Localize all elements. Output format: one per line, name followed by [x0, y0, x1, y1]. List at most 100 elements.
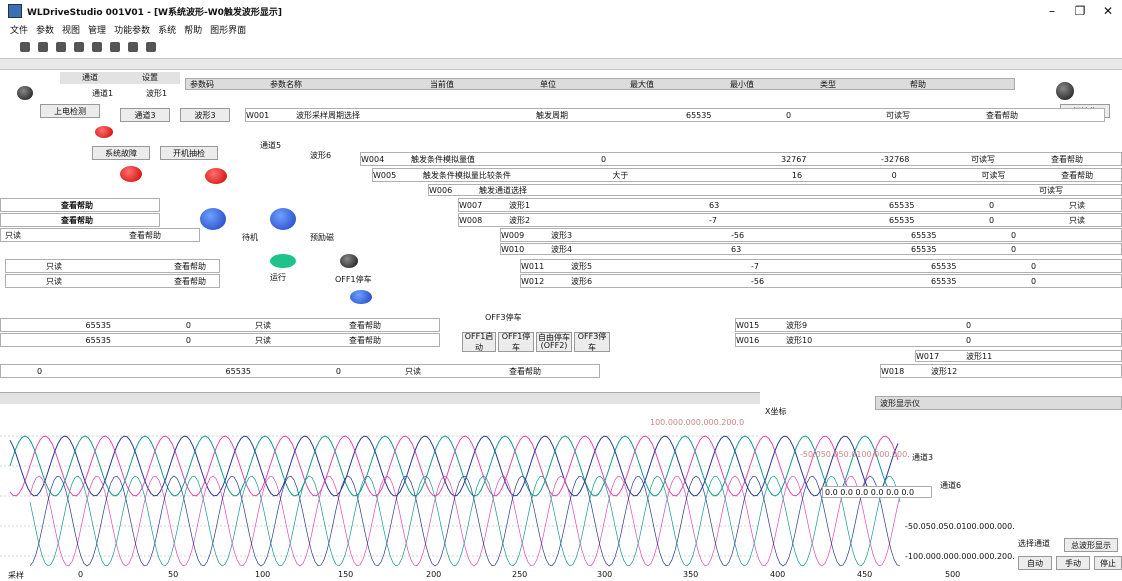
export-icon[interactable] — [128, 42, 138, 52]
table-row[interactable]: W012 波形6 -56 65535 0 — [520, 274, 1122, 288]
x-tick: 50 — [168, 570, 179, 579]
title-bar: WLDriveStudio 001V01 - [W系统波形-W0触发波形显示] … — [0, 0, 1122, 22]
readout-top: 100.000.000.000.200.0 — [650, 418, 745, 427]
toolbar — [0, 38, 1122, 56]
scope-title: 波形显示仪 — [875, 396, 1122, 410]
table-row-fragment: 查看帮助 — [0, 198, 160, 212]
standby-label: 待机 — [242, 233, 258, 242]
run-lamp — [270, 254, 296, 268]
channel5-label: 通道5 — [260, 141, 282, 150]
menu-manage[interactable]: 管理 — [88, 23, 106, 36]
menu-bar: 文件 参数 视图 管理 功能参数 系统 帮助 图形界面 — [0, 22, 1122, 36]
table-row[interactable]: W018 波形12 — [880, 364, 1122, 378]
select-channel-label: 选择通道 — [1018, 539, 1050, 548]
table-row[interactable]: W010 波形4 63 65535 0 — [500, 243, 1122, 255]
off1-stop-button[interactable]: OFF1停车 — [498, 332, 534, 352]
x-tick: 300 — [597, 570, 613, 579]
x-tick: 500 — [945, 570, 961, 579]
fault-button[interactable]: 系统故障 — [92, 146, 150, 160]
off1-lamp — [340, 254, 358, 268]
table-row[interactable]: W011 波形5 -7 65535 0 — [520, 259, 1122, 273]
menu-help[interactable]: 帮助 — [184, 23, 202, 36]
table-row-fragment: 65535 0 只读 查看帮助 — [0, 318, 440, 332]
col-unit: 单位 — [540, 79, 556, 89]
x-tick: 200 — [426, 570, 442, 579]
manual-button[interactable]: 手动 — [1056, 556, 1090, 570]
precharge-label: 预励磁 — [310, 233, 334, 242]
table-row[interactable]: W017 波形11 — [915, 350, 1122, 362]
col-value: 当前值 — [430, 79, 454, 89]
table-row[interactable]: W008 波形2 -7 65535 0 只读 — [458, 213, 1122, 227]
x-tick: 450 — [857, 570, 873, 579]
menu-func-params[interactable]: 功能参数 — [114, 23, 150, 36]
col-code: 参数码 — [190, 79, 214, 89]
tab-settings[interactable]: 设置 — [120, 72, 180, 84]
menu-file[interactable]: 文件 — [10, 23, 28, 36]
scope-toolbar — [0, 392, 760, 404]
col-type: 类型 — [820, 79, 836, 89]
app-icon — [8, 4, 22, 18]
tab-channel[interactable]: 通道 — [60, 72, 120, 84]
standby-lamp — [200, 208, 226, 230]
table-row[interactable]: W004 触发条件模拟量值 0 32767 -32768 可读写 查看帮助 — [360, 152, 1122, 166]
wave1-label: 波形1 — [146, 89, 168, 98]
window-icon[interactable] — [110, 42, 120, 52]
readout-right: -50.050.050.0100.000.000. — [905, 522, 1015, 531]
pointer-icon[interactable] — [20, 42, 30, 52]
table-row[interactable]: W005 触发条件模拟量比较条件 大于 16 0 可读写 查看帮助 — [372, 168, 1122, 182]
stop-button[interactable]: 停止 — [1094, 556, 1122, 570]
x-tick: 100 — [255, 570, 271, 579]
off3-stop-button[interactable]: OFF3停车 — [574, 332, 610, 352]
close-button[interactable]: ✕ — [1094, 0, 1122, 22]
indicator-lamp — [17, 86, 33, 100]
col-help: 帮助 — [910, 79, 926, 89]
minimize-button[interactable]: – — [1038, 0, 1066, 22]
table-row[interactable]: W006 触发通道选择 可读写 — [428, 184, 1122, 196]
menu-graphics[interactable]: 图形界面 — [210, 23, 246, 36]
table-row[interactable]: W001 波形采样周期选择 触发周期 65535 0 可读写 查看帮助 — [245, 108, 1105, 122]
table-row[interactable]: W015 波形9 0 — [735, 318, 1122, 332]
col-max: 最大值 — [630, 79, 654, 89]
menu-params[interactable]: 参数 — [36, 23, 54, 36]
x-tick: 250 — [512, 570, 528, 579]
fault-lamp — [95, 126, 113, 138]
precharge-lamp — [270, 208, 296, 230]
waveform-plot[interactable] — [0, 416, 1040, 581]
channel1-label: 通道1 — [92, 89, 114, 98]
red-lamp-2 — [205, 168, 227, 184]
maximize-button[interactable]: ❐ — [1066, 0, 1094, 22]
boot-check-button[interactable]: 开机抽检 — [160, 146, 218, 160]
table-row[interactable]: W009 波形3 -56 65535 0 — [500, 228, 1122, 242]
toolbar-strip — [0, 58, 1122, 70]
play-icon[interactable] — [56, 42, 66, 52]
window-title: WLDriveStudio 001V01 - [W系统波形-W0触发波形显示] — [27, 7, 283, 18]
table-row-fragment: 只读 查看帮助 — [0, 228, 200, 242]
search-icon[interactable] — [92, 42, 102, 52]
table-row-fragment: 65535 0 只读 查看帮助 — [0, 333, 440, 347]
total-wave-button[interactable]: 总波形显示 — [1064, 538, 1118, 552]
auto-button[interactable]: 自动 — [1018, 556, 1052, 570]
settings-icon[interactable] — [146, 42, 156, 52]
channel3-button[interactable]: 通道3 — [120, 108, 170, 122]
menu-view[interactable]: 视图 — [62, 23, 80, 36]
right-indicator-lamp — [1056, 82, 1074, 100]
wave3-button[interactable]: 波形3 — [180, 108, 230, 122]
off3-lamp — [350, 290, 372, 304]
x-axis: 采样 0 50 100 150 200 250 300 350 400 450 … — [0, 570, 1000, 581]
table-row[interactable]: W007 波形1 63 65535 0 只读 — [458, 198, 1122, 212]
x-tick: 0 — [78, 570, 84, 579]
table-row[interactable]: W016 波形10 0 — [735, 333, 1122, 347]
off1-start-button[interactable]: OFF1启动 — [462, 332, 496, 352]
col-name: 参数名称 — [270, 79, 302, 89]
readout-values: 0.0 0.0 0.0 0.0 0.0 0.0 — [822, 486, 932, 498]
free-stop-button[interactable]: 自由停车 (OFF2) — [536, 332, 572, 352]
table-row-fragment: 只读 查看帮助 — [5, 274, 220, 288]
record-icon[interactable] — [74, 42, 84, 52]
menu-system[interactable]: 系统 — [158, 23, 176, 36]
power-check-button[interactable]: 上电检测 — [40, 104, 100, 118]
readout-bottom: -100.000.000.000.000.200. — [905, 552, 1015, 561]
off1-stop-label: OFF1停车 — [335, 275, 372, 284]
col-min: 最小值 — [730, 79, 754, 89]
wrench-icon[interactable] — [38, 42, 48, 52]
sample-label: 采样 — [8, 571, 24, 580]
